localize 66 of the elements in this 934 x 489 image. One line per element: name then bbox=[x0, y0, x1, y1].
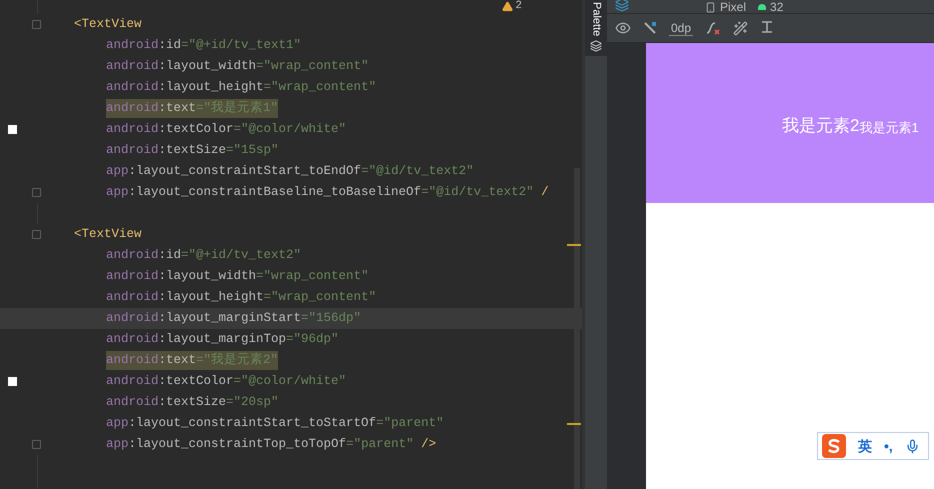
code-attribute: android:id bbox=[106, 37, 182, 54]
warning-icon bbox=[502, 1, 514, 12]
code-attribute: android:textSize bbox=[106, 394, 226, 412]
palette-tab[interactable]: Palette bbox=[585, 0, 607, 56]
code-attribute: app:layout_constraintStart_toStartOf bbox=[106, 415, 376, 432]
code-value: ="wrap_content" bbox=[256, 58, 369, 76]
code-value: ="wrap_content" bbox=[264, 289, 376, 306]
color-swatch-icon bbox=[8, 125, 17, 134]
code-attribute: android:layout_marginStart bbox=[106, 310, 302, 328]
code-value: ="20sp" bbox=[226, 394, 279, 412]
code-attribute: android:layout_width bbox=[106, 268, 256, 286]
warning-indicator[interactable]: 2 bbox=[502, 1, 522, 12]
ime-toolbar[interactable]: 英 •, bbox=[817, 432, 929, 460]
fold-marker-icon[interactable] bbox=[32, 230, 41, 239]
code-value: ="wrap_content" bbox=[264, 79, 376, 96]
code-attribute: android:text bbox=[106, 351, 196, 370]
code-tag: <TextView bbox=[74, 15, 142, 34]
code-tag: / bbox=[534, 183, 549, 202]
ime-punctuation[interactable]: •, bbox=[884, 436, 893, 456]
layers-icon bbox=[615, 0, 629, 12]
code-attribute: app:layout_constraintTop_toTopOf bbox=[106, 436, 346, 454]
code-attribute: android:layout_height bbox=[106, 289, 264, 306]
code-value: ="@id/tv_text2" bbox=[421, 184, 534, 202]
code-value: ="96dp" bbox=[286, 331, 339, 348]
code-attribute: android:layout_height bbox=[106, 79, 264, 96]
code-value: ="parent" bbox=[346, 436, 414, 454]
stripe-marker-icon bbox=[567, 423, 581, 425]
code-value: ="@+id/tv_text2" bbox=[181, 247, 302, 264]
code-value: ="156dp" bbox=[301, 310, 362, 328]
code-attribute: android:textColor bbox=[106, 121, 234, 138]
code-tag: <TextView bbox=[74, 225, 142, 244]
code-tag: /> bbox=[414, 435, 436, 454]
code-attribute: android:textColor bbox=[106, 373, 234, 390]
default-margin-field[interactable]: 0dp bbox=[669, 20, 694, 36]
fold-marker-icon[interactable] bbox=[32, 20, 41, 29]
code-attribute: app:layout_constraintBaseline_toBaselineOf bbox=[106, 184, 422, 202]
code-value: ="15sp" bbox=[226, 142, 279, 160]
code-attribute: android:layout_width bbox=[106, 58, 256, 76]
code-value: ="@color/white" bbox=[234, 373, 346, 390]
device-selector[interactable]: Pixel bbox=[705, 1, 746, 13]
api-selector[interactable]: 32 bbox=[758, 1, 784, 13]
code-editor[interactable] bbox=[0, 0, 582, 489]
code-attribute: app:layout_constraintStart_toEndOf bbox=[106, 163, 362, 180]
ime-mode[interactable]: 英 bbox=[858, 436, 872, 456]
magic-wand-icon[interactable] bbox=[733, 20, 748, 36]
code-value: ="@color/white" bbox=[234, 121, 346, 138]
microphone-icon[interactable] bbox=[904, 438, 920, 454]
code-attribute: android:id bbox=[106, 247, 182, 264]
fold-marker-icon[interactable] bbox=[32, 188, 41, 197]
code-value: ="@id/tv_text2" bbox=[361, 163, 474, 180]
stripe-marker-icon bbox=[567, 244, 581, 246]
scrollbar[interactable] bbox=[574, 168, 580, 489]
align-icon[interactable] bbox=[760, 20, 774, 36]
code-value: ="wrap_content" bbox=[256, 268, 369, 286]
android-icon bbox=[758, 4, 766, 10]
code-value: ="parent" bbox=[376, 415, 444, 432]
code-value: ="@+id/tv_text1" bbox=[181, 37, 302, 54]
eye-icon[interactable] bbox=[615, 20, 631, 36]
clear-constraints-icon[interactable] bbox=[705, 20, 722, 36]
code-attribute: android:textSize bbox=[106, 142, 226, 160]
ime-logo-icon bbox=[822, 434, 846, 458]
color-swatch-icon bbox=[8, 377, 17, 386]
code-attribute: android:layout_marginTop bbox=[106, 331, 286, 348]
phone-icon bbox=[705, 2, 716, 12]
fold-marker-icon[interactable] bbox=[32, 440, 41, 449]
code-attribute: android:text bbox=[106, 99, 196, 118]
